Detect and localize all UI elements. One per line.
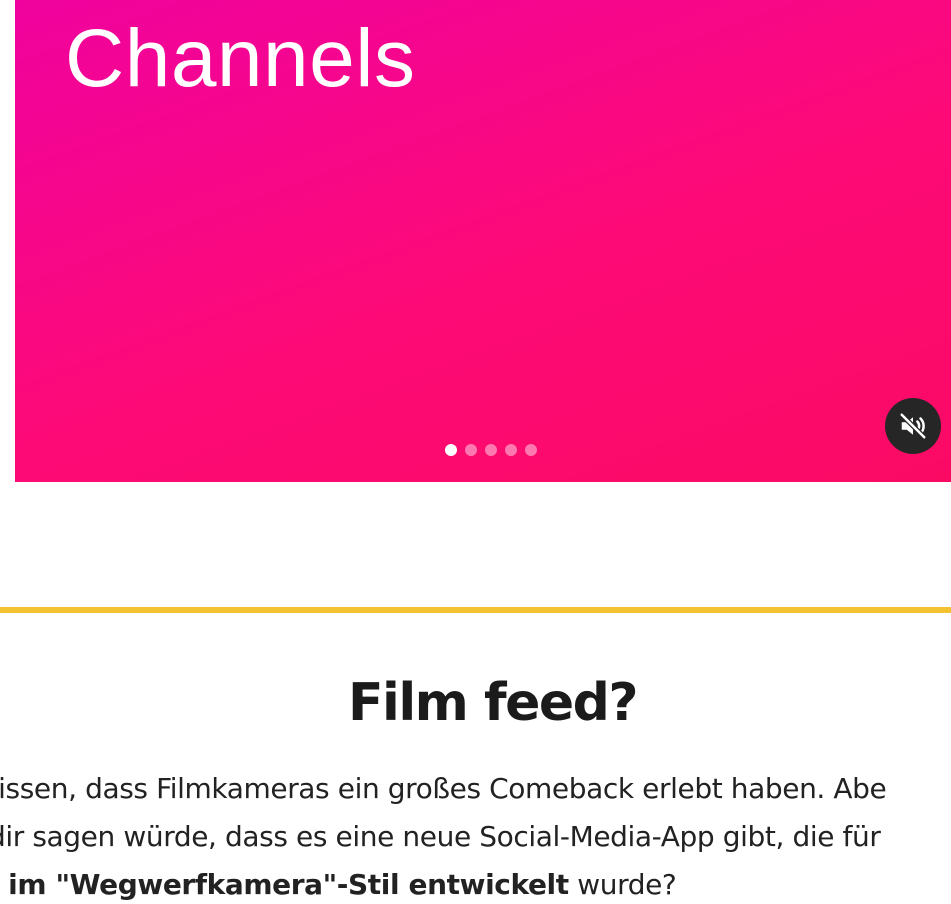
carousel-dot-3[interactable] [485,444,497,456]
page: Channels Film feed? vissen, dass Filmkam… [0,0,951,904]
paragraph-line-1: vissen, dass Filmkameras ein großes Come… [0,772,887,805]
paragraph-line-3: ; im "Wegwerfkamera"-Stil entwickelt wur… [0,861,939,904]
carousel-dot-4[interactable] [505,444,517,456]
carousel-dot-1[interactable] [445,444,457,456]
paragraph-text: wurde? [568,868,677,901]
article-paragraph: vissen, dass Filmkameras ein großes Come… [0,765,951,904]
paragraph-bold-text: ; im "Wegwerfkamera"-Stil entwickelt [0,868,569,901]
media-carousel[interactable]: Channels [15,0,951,482]
paragraph-line-2: dir sagen würde, dass es eine neue Socia… [0,820,881,853]
section-divider [0,607,951,613]
media-title: Channels [65,13,416,104]
carousel-dot-2[interactable] [465,444,477,456]
mute-button[interactable] [885,398,941,454]
carousel-indicator [445,444,537,456]
section-heading: Film feed? [347,673,639,733]
speaker-muted-icon [899,412,927,440]
carousel-dot-5[interactable] [525,444,537,456]
